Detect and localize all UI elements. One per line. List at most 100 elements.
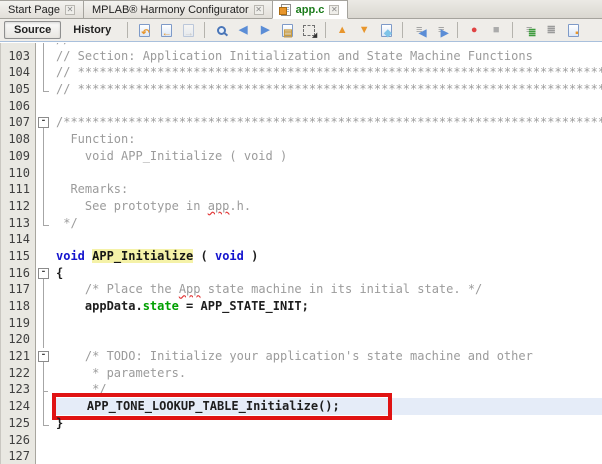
comment-button[interactable]: ≡≣ [519,21,539,39]
next-occurrence-button[interactable]: ▶ [255,21,275,39]
code-text: void APP_Initialize ( void ) [52,248,602,265]
code-line-105[interactable]: 105// **********************************… [0,81,602,98]
code-line-124[interactable]: 124 APP_TONE_LOOKUP_TABLE_Initialize(); [0,398,602,415]
fold-guide [36,331,52,348]
code-line-114[interactable]: 114 [0,231,602,248]
fold-toggle-icon[interactable] [36,114,52,131]
fold-guide [36,415,52,432]
code-line-112[interactable]: 112 See prototype in app.h. [0,198,602,215]
toolbar-separator [204,22,205,38]
fold-guide [36,215,52,232]
code-line-118[interactable]: 118 appData.state = APP_STATE_INIT; [0,298,602,315]
code-text: void APP_Initialize ( void ) [52,148,602,165]
code-line-109[interactable]: 109 void APP_Initialize ( void ) [0,148,602,165]
code-line-122[interactable]: 122 * parameters. [0,365,602,382]
line-number: 114 [0,231,36,248]
find-selection-button[interactable] [211,21,231,39]
code-text: /* TODO: Initialize your application's s… [52,348,602,365]
code-text [52,98,602,115]
code-line-115[interactable]: 115 void APP_Initialize ( void ) [0,248,602,265]
toggle-bookmark-button[interactable]: ◆ [376,21,396,39]
code-line-107[interactable]: 107/************************************… [0,114,602,131]
tab-label: MPLAB® Harmony Configurator [92,4,249,16]
tab-app-c[interactable]: app.c ✕ [272,0,349,19]
tab-close-icon[interactable]: ✕ [329,5,339,15]
previous-bookmark-icon: ▲ [337,25,348,36]
code-line-103[interactable]: 103// Section: Application Initializatio… [0,48,602,65]
toggle-highlight-search-icon: ▤ [282,24,293,37]
code-lines: 102// **********************************… [0,43,602,464]
line-number: 108 [0,131,36,148]
code-text: APP_TONE_LOOKUP_TABLE_Initialize(); [52,398,602,415]
source-view-button[interactable]: Source [4,21,61,39]
fold-guide [36,248,52,265]
fold-toggle-icon[interactable] [36,265,52,282]
fold-guide [36,398,52,415]
line-number: 109 [0,148,36,165]
line-number: 122 [0,365,36,382]
line-number: 117 [0,281,36,298]
code-editor[interactable]: 102// **********************************… [0,43,602,464]
next-bookmark-button[interactable]: ▼ [354,21,374,39]
code-line-126[interactable]: 126 [0,432,602,449]
code-text [52,432,602,449]
back-button[interactable]: ← [156,21,176,39]
editor-tab-bar: Start Page✕MPLAB® Harmony Configurator✕a… [0,0,602,19]
fold-guide [36,131,52,148]
shift-line-right-button[interactable]: ≡▶ [431,21,451,39]
line-number: 104 [0,64,36,81]
tab-harmony-configurator[interactable]: MPLAB® Harmony Configurator ✕ [83,0,273,18]
code-line-110[interactable]: 110 [0,165,602,182]
toggle-highlight-search-button[interactable]: ▤ [277,21,297,39]
code-text: Function: [52,131,602,148]
toolbar-separator [457,22,458,38]
code-line-104[interactable]: 104// **********************************… [0,64,602,81]
code-line-116[interactable]: 116{ [0,265,602,282]
tab-label: Start Page [8,4,60,16]
comment-icon: ≡≣ [526,24,532,36]
code-line-117[interactable]: 117 /* Place the App state machine in it… [0,281,602,298]
tab-start-page[interactable]: Start Page ✕ [0,0,84,18]
rectangular-selection-icon [303,25,315,36]
code-line-113[interactable]: 113 */ [0,215,602,232]
fold-guide [36,381,52,398]
line-number: 110 [0,165,36,182]
code-text: /* Place the App state machine in its in… [52,281,602,298]
find-selection-icon [217,26,226,35]
start-macro-recording-button[interactable]: ● [464,21,484,39]
code-text: { [52,265,602,282]
toolbar-icon-group: ↶←→ ◀▶ ▤ ▲ ▼ ◆ ≡◀≡▶ ●■ ≡≣ ≣▪ [134,21,583,39]
code-line-120[interactable]: 120 [0,331,602,348]
code-line-111[interactable]: 111 Remarks: [0,181,602,198]
code-line-127[interactable]: 127 [0,448,602,464]
macro-expansion-button[interactable]: ▪ [563,21,583,39]
c-file-icon [281,4,291,16]
uncomment-button[interactable]: ≣ [541,21,561,39]
stop-macro-recording-button[interactable]: ■ [486,21,506,39]
fold-toggle-icon[interactable] [36,348,52,365]
code-text [52,315,602,332]
last-edit-position-button[interactable]: ↶ [134,21,154,39]
tab-close-icon[interactable]: ✕ [254,5,264,15]
line-number: 112 [0,198,36,215]
line-number: 115 [0,248,36,265]
code-line-106[interactable]: 106 [0,98,602,115]
rectangular-selection-button[interactable] [299,21,319,39]
previous-bookmark-button[interactable]: ▲ [332,21,352,39]
tab-label: app.c [296,4,325,16]
code-line-119[interactable]: 119 [0,315,602,332]
history-view-button[interactable]: History [63,21,121,39]
forward-button[interactable]: → [178,21,198,39]
fold-guide [36,165,52,182]
tab-close-icon[interactable]: ✕ [65,5,75,15]
next-bookmark-icon: ▼ [359,25,370,36]
code-line-121[interactable]: 121 /* TODO: Initialize your application… [0,348,602,365]
code-line-125[interactable]: 125} [0,415,602,432]
fold-guide [36,181,52,198]
line-number: 127 [0,448,36,464]
fold-guide [36,48,52,65]
previous-occurrence-button[interactable]: ◀ [233,21,253,39]
toolbar-separator [127,22,128,38]
code-line-108[interactable]: 108 Function: [0,131,602,148]
shift-line-left-button[interactable]: ≡◀ [409,21,429,39]
